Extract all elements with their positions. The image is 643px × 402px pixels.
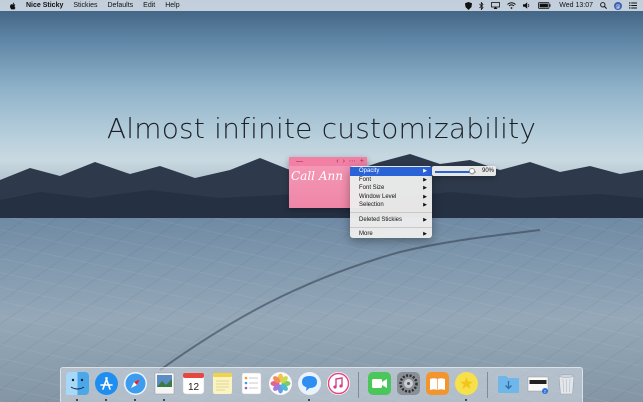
- opacity-slider-knob[interactable]: [468, 168, 475, 174]
- menu-item-font-size[interactable]: Font Size ▶: [350, 184, 432, 193]
- menu-item-label: Font Size: [359, 185, 385, 191]
- submenu-arrow-icon: ▶: [423, 168, 427, 174]
- menu-item-label: Deleted Stickies: [359, 216, 403, 223]
- menu-stickies[interactable]: Stickies: [73, 0, 97, 11]
- downloads-folder-icon[interactable]: [496, 371, 521, 396]
- ibooks-icon[interactable]: [425, 371, 450, 396]
- opacity-value: 90%: [481, 167, 494, 174]
- calendar-date: 12: [188, 382, 200, 393]
- dock: 12 2: [60, 367, 583, 402]
- notes-icon[interactable]: [210, 371, 235, 396]
- safari-icon[interactable]: [123, 371, 148, 396]
- menu-defaults[interactable]: Defaults: [107, 0, 133, 11]
- sticky-context-menu: Opacity ▶ Font ▶ Font Size ▶ Window Leve…: [350, 166, 432, 238]
- opacity-submenu: 90%: [432, 166, 496, 176]
- menu-item-more[interactable]: More ▶: [350, 230, 432, 239]
- submenu-arrow-icon: ▶: [423, 231, 427, 237]
- apple-icon[interactable]: [9, 2, 17, 10]
- airplay-icon[interactable]: [491, 2, 501, 9]
- menu-item-label: Window Level: [359, 193, 397, 200]
- sticky-titlebar[interactable]: — ‹ › ⋯ +: [289, 157, 367, 166]
- reminders-icon[interactable]: [239, 371, 264, 396]
- vpn-shield-icon[interactable]: [465, 1, 473, 10]
- preview-icon[interactable]: [152, 371, 177, 396]
- opacity-slider-fill: [435, 171, 473, 173]
- menu-separator: [350, 226, 432, 228]
- menu-item-label: Selection: [359, 202, 384, 208]
- bluetooth-icon[interactable]: [479, 1, 484, 10]
- status-area: Wed 13:07 @: [458, 0, 637, 11]
- submenu-arrow-icon: ▶: [423, 216, 427, 223]
- dock-separator: [358, 372, 359, 398]
- menu-bar: Nice Sticky Stickies Defaults Edit Help …: [0, 0, 643, 11]
- notification-center-icon[interactable]: [629, 2, 637, 9]
- menu-item-label: Font: [359, 176, 372, 183]
- finder-icon[interactable]: [65, 371, 90, 396]
- promo-headline: Almost infinite customizability: [106, 112, 537, 145]
- menu-item-window-level[interactable]: Window Level ▶: [350, 193, 432, 202]
- menu-edit[interactable]: Edit: [143, 0, 155, 11]
- menu-item-label: More: [359, 231, 373, 237]
- trash-icon[interactable]: [554, 371, 579, 396]
- screenshot-stack-icon[interactable]: 2: [525, 371, 550, 396]
- menu-help[interactable]: Help: [165, 0, 179, 11]
- menu-item-font[interactable]: Font ▶: [350, 176, 432, 185]
- menu-item-deleted-stickies[interactable]: Deleted Stickies ▶: [350, 216, 432, 225]
- user-avatar-icon[interactable]: @: [614, 1, 622, 10]
- system-preferences-icon[interactable]: [396, 371, 421, 396]
- app-menu[interactable]: Nice Sticky: [26, 0, 63, 11]
- add-sticky-icon[interactable]: +: [360, 157, 364, 166]
- svg-text:@: @: [616, 3, 621, 9]
- itunes-icon[interactable]: [326, 371, 351, 396]
- sticky-close-icon[interactable]: —: [296, 157, 303, 166]
- submenu-arrow-icon: ▶: [423, 193, 427, 200]
- photos-icon[interactable]: [268, 371, 293, 396]
- menubar-clock[interactable]: Wed 13:07: [559, 2, 593, 9]
- sticky-note-text[interactable]: Call Ann: [291, 169, 351, 183]
- sticky-more-icon[interactable]: ⋯: [349, 157, 356, 166]
- nice-sticky-icon[interactable]: [454, 371, 479, 396]
- next-sticky-icon[interactable]: ›: [343, 157, 345, 166]
- submenu-arrow-icon: ▶: [423, 176, 427, 183]
- menu-item-label: Opacity: [359, 168, 380, 174]
- wifi-icon[interactable]: [507, 2, 517, 9]
- app-store-icon[interactable]: [94, 371, 119, 396]
- submenu-arrow-icon: ▶: [423, 185, 427, 191]
- spotlight-icon[interactable]: [600, 2, 607, 9]
- calendar-icon[interactable]: 12: [181, 371, 206, 396]
- facetime-icon[interactable]: [367, 371, 392, 396]
- volume-icon[interactable]: [523, 2, 531, 9]
- menu-item-selection[interactable]: Selection ▶: [350, 201, 432, 210]
- submenu-arrow-icon: ▶: [423, 202, 427, 208]
- messages-icon[interactable]: [297, 371, 322, 396]
- menu-item-opacity[interactable]: Opacity ▶: [350, 167, 432, 176]
- previous-sticky-icon[interactable]: ‹: [336, 157, 338, 166]
- battery-icon[interactable]: [538, 2, 551, 9]
- menu-separator: [350, 212, 432, 213]
- dock-separator: [487, 372, 488, 398]
